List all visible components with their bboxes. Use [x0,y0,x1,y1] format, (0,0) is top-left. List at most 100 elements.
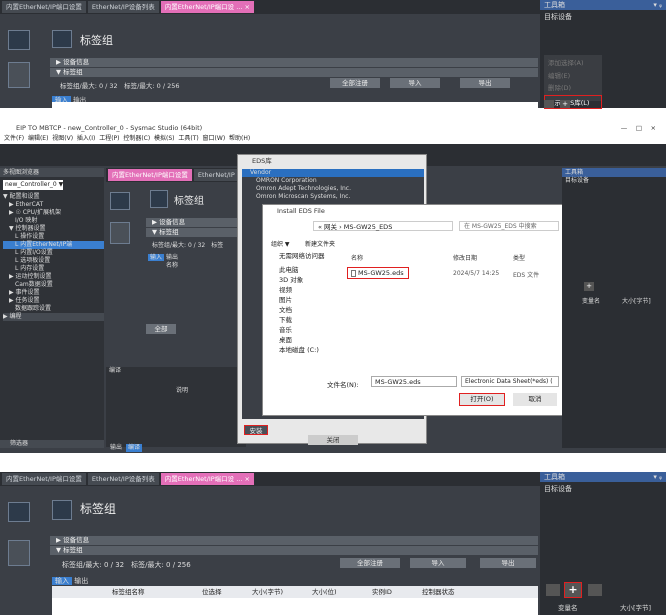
controller-select[interactable]: new_Controller_0 ▼ [3,180,63,190]
tree-builtin-io[interactable]: L 内置I/O设置 [3,249,104,257]
nav-documents[interactable]: 文档 [267,305,343,315]
vendor-omron-adept[interactable]: Omron Adept Technologies, Inc. [242,185,424,193]
add-icon-2[interactable]: + [584,282,594,291]
section-device-info-3[interactable]: ▶ 设备信息 [50,536,538,545]
tree-programming[interactable]: ▶ 编程 [3,313,104,321]
tree-option-board[interactable]: L 选项板设置 [3,257,104,265]
menu-insert[interactable]: 插入(I) [77,135,95,142]
vendor-omron-microscan[interactable]: Omron Microscan Systems, Inc. [242,193,424,201]
nav-network[interactable]: 无需网络访问器 [267,251,343,261]
pin-icon[interactable]: ▾ ᵩ [653,0,662,10]
file-item[interactable]: MS-GW25.eds [347,267,409,279]
search-input[interactable]: 在 MS-GW25_EDS 中搜索 [459,221,559,231]
tree-motion[interactable]: ▶ 运动控制设置 [3,273,104,281]
menu-delete[interactable]: 删除(D) [544,81,602,93]
compile-tab[interactable]: 编译 [126,444,143,452]
window-controls[interactable]: — □ × [621,122,656,134]
cancel-button[interactable]: 取消 [513,393,557,406]
new-folder-button[interactable]: 新建文件夹 [305,239,335,248]
io-tabs-3: 输入 输出 [52,576,88,586]
menu-simulation[interactable]: 模拟(S) [154,135,175,142]
export-button[interactable]: 导出 [460,78,510,88]
menu-tools[interactable]: 工具(T) [178,135,198,142]
menu-edit[interactable]: 编辑(E) [544,69,602,81]
path-bar[interactable]: « 网关 › MS-GW25_EDS [313,221,453,231]
menu-window[interactable]: 窗口(W) [203,135,226,142]
tab-port-settings-2[interactable]: 内置EtherNet/IP端口设置 [108,169,192,181]
section-tag-group-3[interactable]: ▼ 标签组 [50,546,538,555]
tab-port-settings-3[interactable]: 内置EtherNet/IP端口设置 [2,473,86,485]
nav-desktop[interactable]: 桌面 [267,335,343,345]
nav-downloads[interactable]: 下载 [267,315,343,325]
target-device-label-3: 目标设备 [544,485,572,493]
tree-memory[interactable]: L 内存设置 [3,265,104,273]
module-icon-2 [110,222,130,244]
tab-device-list[interactable]: EtherNet/IP设备列表 [87,1,159,13]
tree-config[interactable]: ▼ 配置和设置 [3,193,104,201]
tree-trace[interactable]: 数据跟踪设置 [3,305,104,313]
filename-field[interactable]: MS-GW25.eds [371,376,457,387]
toolbar-left-icon[interactable] [544,100,554,108]
tree-event[interactable]: ▶ 事件设置 [3,289,104,297]
filetype-select[interactable]: Electronic Data Sheet(*eds) ( [461,376,559,387]
nav-video[interactable]: 视频 [267,285,343,295]
import-button-3[interactable]: 导入 [410,558,466,568]
nav-local-disk[interactable]: 本地磁盘 (C:) [267,345,343,355]
menu-view[interactable]: 视图(V) [52,135,73,142]
close-button[interactable]: 关闭 [308,435,358,445]
device-icon [8,30,30,50]
tab-input-2[interactable]: 输入 [148,254,165,261]
install-button[interactable]: 安装 [244,425,268,435]
menu-file[interactable]: 文件(F) [4,135,24,142]
col-name[interactable]: 名称 [351,253,363,262]
toolbar-left-icon-3[interactable] [546,584,560,596]
tree-task[interactable]: ▶ 任务设置 [3,297,104,305]
editor-tabbar-3: 内置EtherNet/IP端口设置 EtherNet/IP设备列表 内置Ethe… [0,472,540,486]
menu-controller[interactable]: 控制器(C) [123,135,150,142]
tree-cpu-rack[interactable]: ▶ ☉ CPU/扩展机架 [3,209,104,217]
tab-input-3[interactable]: 输入 [52,577,72,585]
tab-output-3[interactable]: 输出 [74,577,88,585]
tab-port-settings-active[interactable]: 内置EtherNet/IP端口设 ... × [160,1,254,13]
add-icon-3[interactable]: + [564,582,582,598]
col-date[interactable]: 修改日期 [453,253,477,262]
tree-io-map[interactable]: I/O 映射 [3,217,104,225]
filter-bar[interactable]: 筛选器 [0,440,104,448]
col-type[interactable]: 类型 [513,253,525,262]
section-tag-group-2[interactable]: ▼ 标签组 [146,228,246,237]
section-device-info-2[interactable]: ▶ 设备信息 [146,218,246,227]
tree-operation[interactable]: L 操作设置 [3,233,104,241]
menu-help[interactable]: 帮助(H) [229,135,250,142]
register-all-button-3[interactable]: 全部注册 [340,558,400,568]
nav-3d[interactable]: 3D 对象 [267,275,343,285]
menu-add[interactable]: 添加选择(A) [544,55,602,69]
register-all-button-2[interactable]: 全部 [146,324,176,334]
open-button[interactable]: 打开(O) [459,393,505,406]
menu-edit[interactable]: 编辑(E) [28,135,48,142]
add-icon[interactable]: + [560,100,570,108]
tab-device-list-3[interactable]: EtherNet/IP设备列表 [87,473,159,485]
tab-port-settings[interactable]: 内置EtherNet/IP端口设置 [2,1,86,13]
section-tag-group[interactable]: ▼ 标签组 [50,68,538,77]
tab-ethernet-ip-2[interactable]: EtherNet/IP [193,169,239,181]
close-icon[interactable]: × [245,3,250,11]
import-button[interactable]: 导入 [390,78,440,88]
vendor-omron[interactable]: OMRON Corporation [242,177,424,185]
close-icon-3[interactable]: × [245,475,250,483]
register-all-button[interactable]: 全部注册 [330,78,380,88]
output-tab[interactable]: 输出 [106,444,122,452]
export-button-3[interactable]: 导出 [480,558,536,568]
tab-port-settings-active-3[interactable]: 内置EtherNet/IP端口设 ... × [160,473,254,485]
nav-music[interactable]: 音乐 [267,325,343,335]
organize-button[interactable]: 组织 ▼ [271,239,290,248]
menu-project[interactable]: 工程(P) [99,135,119,142]
pin-icon-3[interactable]: ▾ ᵩ [653,472,662,482]
tree-ethernet-ip[interactable]: L 内置EtherNet/IP端 [3,241,104,249]
tree-controller-settings[interactable]: ▼ 控制器设置 [3,225,104,233]
toolbar-right-icon-3[interactable] [588,584,602,596]
nav-pictures[interactable]: 图片 [267,295,343,305]
tree-ethercat[interactable]: ▶ EtherCAT [3,201,104,209]
tree-cam[interactable]: Cam数据设置 [3,281,104,289]
section-device-info[interactable]: ▶ 设备信息 [50,58,538,67]
nav-this-pc[interactable]: 此电脑 [267,265,343,275]
